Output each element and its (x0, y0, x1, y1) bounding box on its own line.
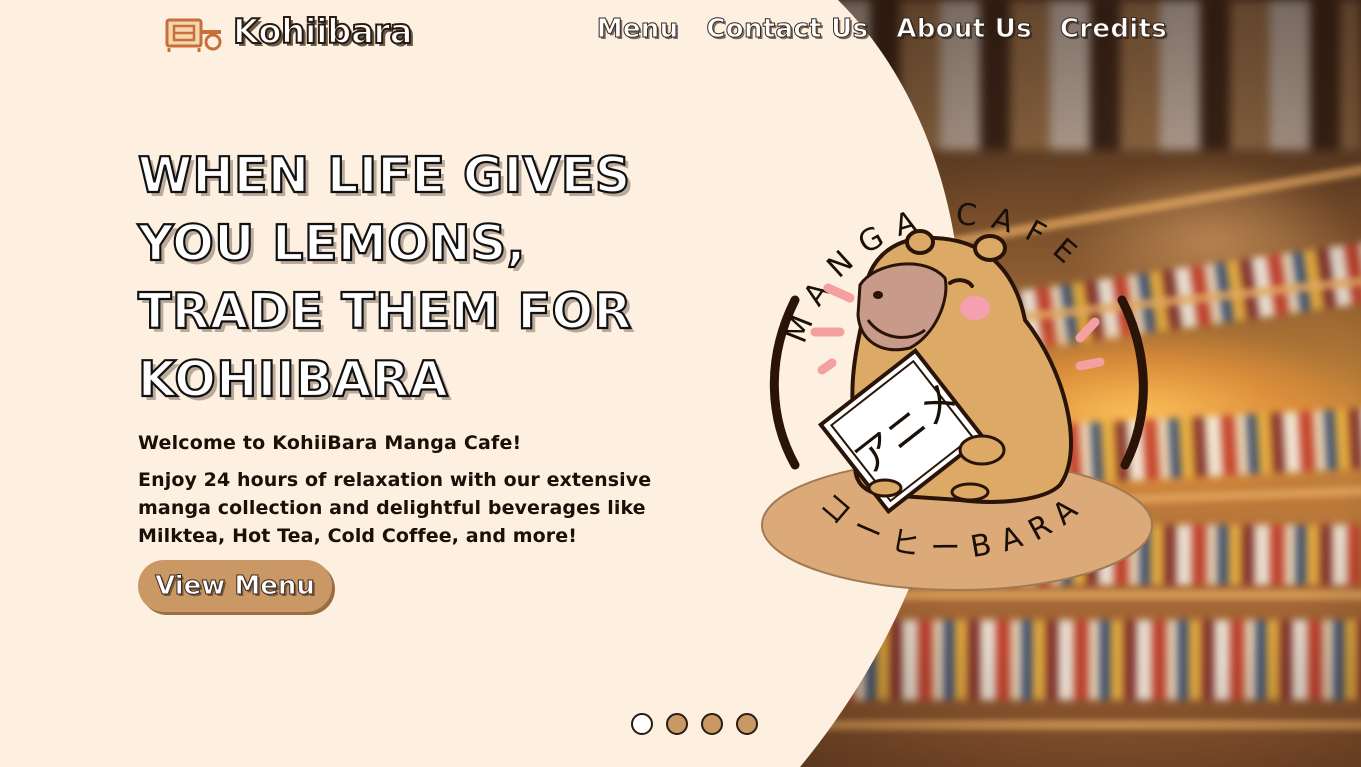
carousel-dots (631, 713, 758, 735)
nav-menu[interactable]: Menu (596, 14, 678, 45)
hero-description: Enjoy 24 hours of relaxation with our ex… (138, 469, 652, 547)
hero-headline: When life gives you lemons, trade them f… (137, 142, 738, 414)
main-nav: Menu Contact Us About Us Credits (596, 14, 1167, 45)
carousel-dot-2[interactable] (666, 713, 688, 735)
hero-welcome: Welcome to KohiiBara Manga Cafe! (138, 432, 522, 454)
brand-name: Kohiibara (232, 11, 414, 53)
hero-section: When life gives you lemons, trade them f… (137, 142, 738, 550)
carousel-dot-3[interactable] (701, 713, 723, 735)
view-menu-button[interactable]: View Menu (138, 560, 332, 612)
nav-contact-us[interactable]: Contact Us (706, 14, 869, 45)
capybara-reading-manga-icon: MANGA CAFE コーヒーBARA アニメ (761, 197, 1153, 591)
coffee-shop-sign-icon (165, 18, 222, 52)
carousel-dot-4[interactable] (736, 713, 758, 735)
brand-logo[interactable]: Kohiibara (165, 11, 414, 53)
nav-about-us[interactable]: About Us (896, 14, 1032, 45)
site-header: Kohiibara Menu Contact Us About Us Credi… (0, 0, 1361, 64)
carousel-dot-1[interactable] (631, 713, 653, 735)
hero-headline-line1: When life gives you lemons, (137, 146, 631, 273)
nav-credits[interactable]: Credits (1059, 14, 1167, 45)
hero-headline-line2: trade them for Kohiibara (137, 282, 633, 409)
